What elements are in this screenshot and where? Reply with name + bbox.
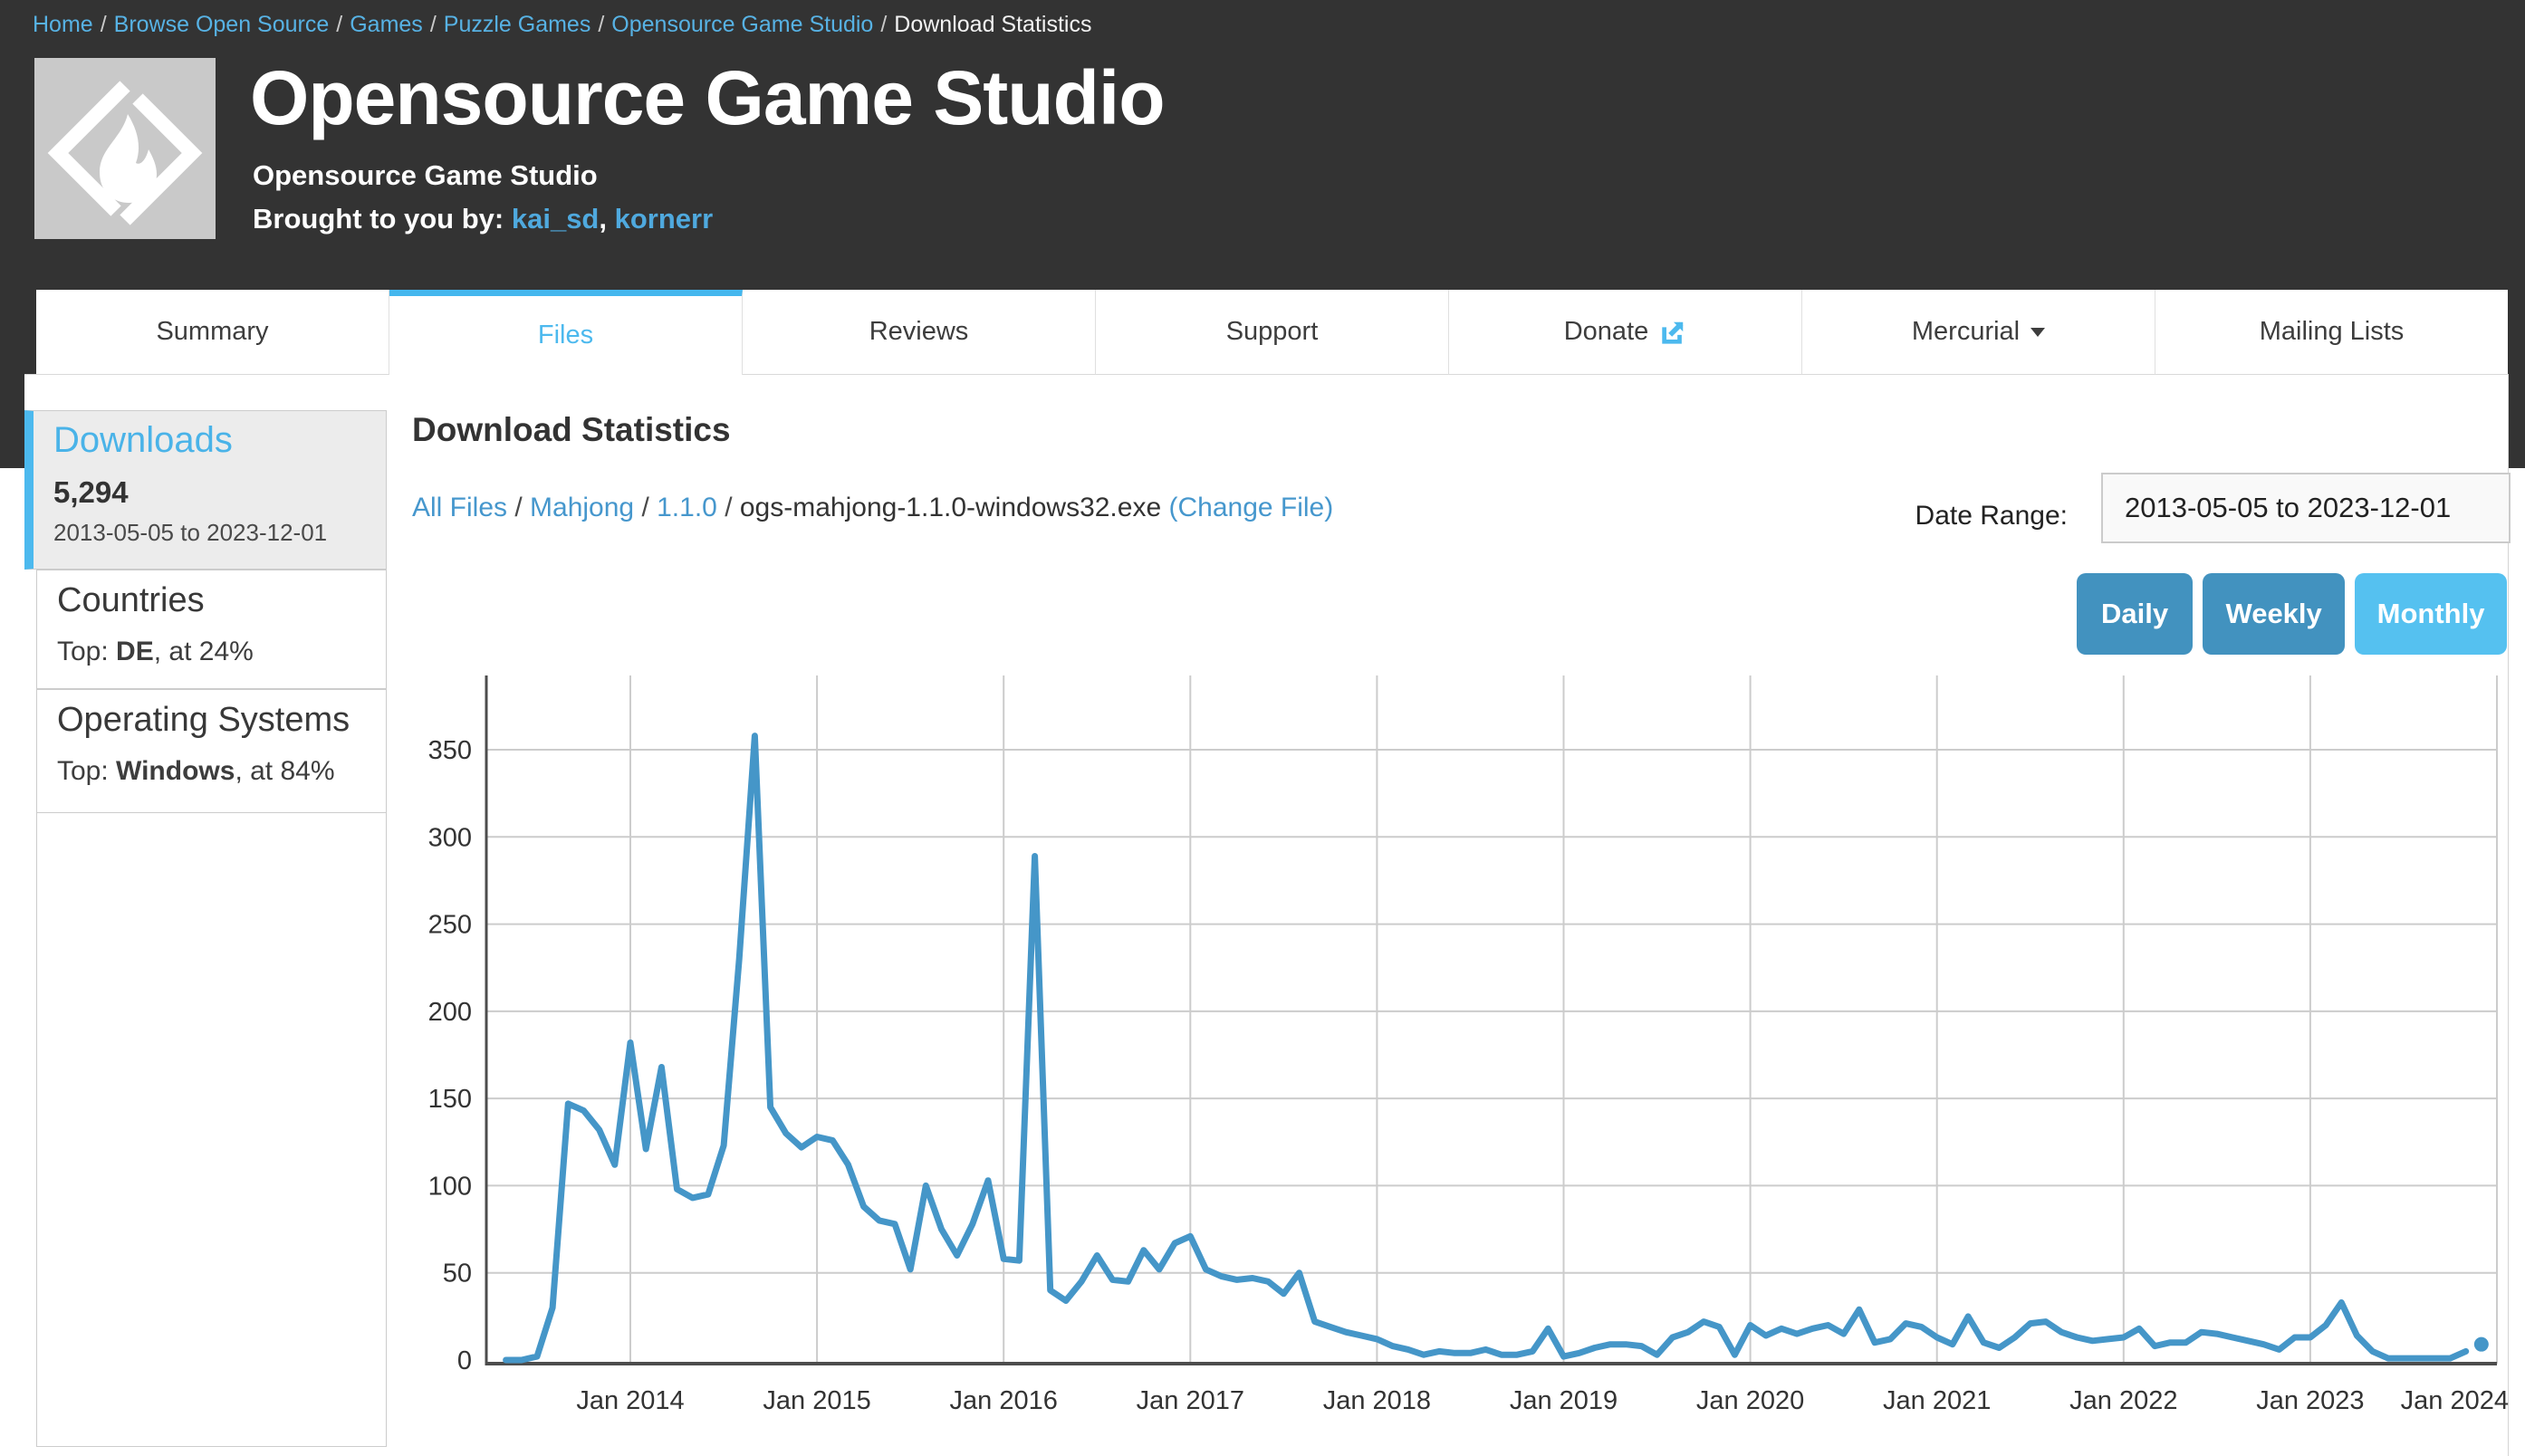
tab-label: Reviews [869, 317, 969, 347]
breadcrumb-separator: / [590, 12, 611, 37]
sidebar-countries-top: Top: DE, at 24% [57, 637, 386, 667]
svg-text:Jan 2018: Jan 2018 [1323, 1386, 1431, 1415]
tab-label: Summary [156, 317, 268, 347]
file-path-version[interactable]: 1.1.0 [657, 493, 717, 522]
tab-label: Donate [1564, 317, 1649, 347]
svg-text:Jan 2015: Jan 2015 [763, 1386, 870, 1415]
author-link-kai-sd[interactable]: kai_sd [512, 203, 600, 235]
svg-text:Jan 2024: Jan 2024 [2401, 1386, 2509, 1415]
file-path-separator: / [634, 493, 657, 522]
granularity-buttons: Daily Weekly Monthly [2077, 573, 2507, 655]
author-separator: , [599, 203, 614, 235]
svg-text:Jan 2023: Jan 2023 [2256, 1386, 2364, 1415]
breadcrumb-home[interactable]: Home [33, 12, 93, 37]
breadcrumb-separator: / [93, 12, 114, 37]
breadcrumb-separator: / [423, 12, 444, 37]
tab-reviews[interactable]: Reviews [743, 290, 1096, 375]
svg-text:300: 300 [428, 823, 472, 852]
daily-button[interactable]: Daily [2077, 573, 2193, 655]
breadcrumb-separator: / [873, 12, 894, 37]
tab-support[interactable]: Support [1096, 290, 1449, 375]
sidebar-downloads-title[interactable]: Downloads [53, 420, 386, 461]
top-label: Top: [57, 637, 116, 666]
author-link-kornerr[interactable]: kornerr [615, 203, 714, 235]
section-title: Download Statistics [412, 411, 731, 449]
svg-text:0: 0 [457, 1346, 472, 1375]
sidebar-countries-title: Countries [57, 581, 386, 620]
svg-text:50: 50 [443, 1260, 472, 1288]
top-suffix: , at 84% [235, 756, 334, 786]
downloads-chart: 0 50 100 150 200 250 300 350 Jan 2014 Jan 2015 Jan… [398, 670, 2525, 1449]
tab-label: Mailing Lists [2260, 317, 2405, 347]
file-path-breadcrumb: All Files / Mahjong / 1.1.0 / ogs-mahjon… [412, 493, 1333, 523]
svg-text:150: 150 [428, 1085, 472, 1114]
svg-text:Jan 2017: Jan 2017 [1137, 1386, 1244, 1415]
project-subtitle: Opensource Game Studio [253, 159, 598, 192]
project-nav-tabs: Summary Files Reviews Support Donate Mer… [36, 290, 2508, 375]
tab-mercurial[interactable]: Mercurial [1802, 290, 2155, 375]
svg-text:Jan 2016: Jan 2016 [950, 1386, 1058, 1415]
svg-text:Jan 2022: Jan 2022 [2069, 1386, 2177, 1415]
external-link-icon [1659, 319, 1686, 346]
svg-text:Jan 2019: Jan 2019 [1510, 1386, 1618, 1415]
flame-in-diamond-icon [34, 58, 216, 239]
page-title: Opensource Game Studio [250, 58, 1165, 138]
caret-down-icon [2031, 328, 2045, 337]
downloads-line-chart: 0 50 100 150 200 250 300 350 Jan 2014 Jan 2015 Jan… [398, 670, 2525, 1449]
tab-label: Mercurial [1912, 317, 2020, 347]
date-range-label: Date Range: [1796, 501, 2068, 532]
svg-text:100: 100 [428, 1172, 472, 1201]
sidebar-item-downloads[interactable]: Downloads 5,294 2013-05-05 to 2023-12-01 [24, 410, 387, 570]
sidebar-downloads-count: 5,294 [53, 475, 386, 510]
tab-files[interactable]: Files [389, 290, 743, 375]
brought-by-label: Brought to you by: [253, 203, 504, 235]
sidebar-downloads-range: 2013-05-05 to 2023-12-01 [53, 519, 386, 547]
top-os: Windows [116, 756, 235, 786]
weekly-button[interactable]: Weekly [2203, 573, 2345, 655]
breadcrumb-project[interactable]: Opensource Game Studio [611, 12, 873, 37]
project-logo [34, 58, 216, 239]
date-range-input[interactable] [2101, 473, 2511, 543]
sidebar-empty-section [36, 813, 387, 1447]
file-path-filename: ogs-mahjong-1.1.0-windows32.exe [740, 493, 1161, 522]
svg-text:200: 200 [428, 998, 472, 1027]
breadcrumb-puzzle-games[interactable]: Puzzle Games [444, 12, 591, 37]
svg-text:250: 250 [428, 911, 472, 940]
file-path-mahjong[interactable]: Mahjong [530, 493, 634, 522]
top-label: Top: [57, 756, 116, 786]
brought-by: Brought to you by: kai_sd, kornerr [253, 203, 713, 235]
sidebar-os-title: Operating Systems [57, 701, 386, 740]
sidebar-os-top: Top: Windows, at 84% [57, 756, 386, 787]
breadcrumb-separator: / [329, 12, 350, 37]
file-path-separator: / [717, 493, 740, 522]
monthly-button[interactable]: Monthly [2355, 573, 2507, 655]
tab-mailing-lists[interactable]: Mailing Lists [2155, 290, 2508, 375]
tab-donate[interactable]: Donate [1449, 290, 1802, 375]
top-country: DE [116, 637, 154, 666]
tab-summary[interactable]: Summary [36, 290, 389, 375]
breadcrumb-browse[interactable]: Browse Open Source [114, 12, 330, 37]
sidebar-item-countries[interactable]: Countries Top: DE, at 24% [36, 570, 387, 689]
top-suffix: , at 24% [154, 637, 254, 666]
file-path-all-files[interactable]: All Files [412, 493, 507, 522]
sidebar-item-operating-systems[interactable]: Operating Systems Top: Windows, at 84% [36, 689, 387, 813]
svg-text:Jan 2020: Jan 2020 [1696, 1386, 1804, 1415]
change-file-link[interactable]: (Change File) [1168, 493, 1333, 522]
tab-label: Files [538, 321, 593, 350]
svg-text:Jan 2014: Jan 2014 [576, 1386, 684, 1415]
file-path-separator: / [507, 493, 530, 522]
breadcrumb-games[interactable]: Games [350, 12, 423, 37]
tab-label: Support [1226, 317, 1319, 347]
breadcrumb-current: Download Statistics [894, 12, 1091, 37]
svg-text:350: 350 [428, 736, 472, 765]
breadcrumb: Home/Browse Open Source/Games/Puzzle Gam… [33, 12, 1091, 38]
svg-text:Jan 2021: Jan 2021 [1883, 1386, 1991, 1415]
